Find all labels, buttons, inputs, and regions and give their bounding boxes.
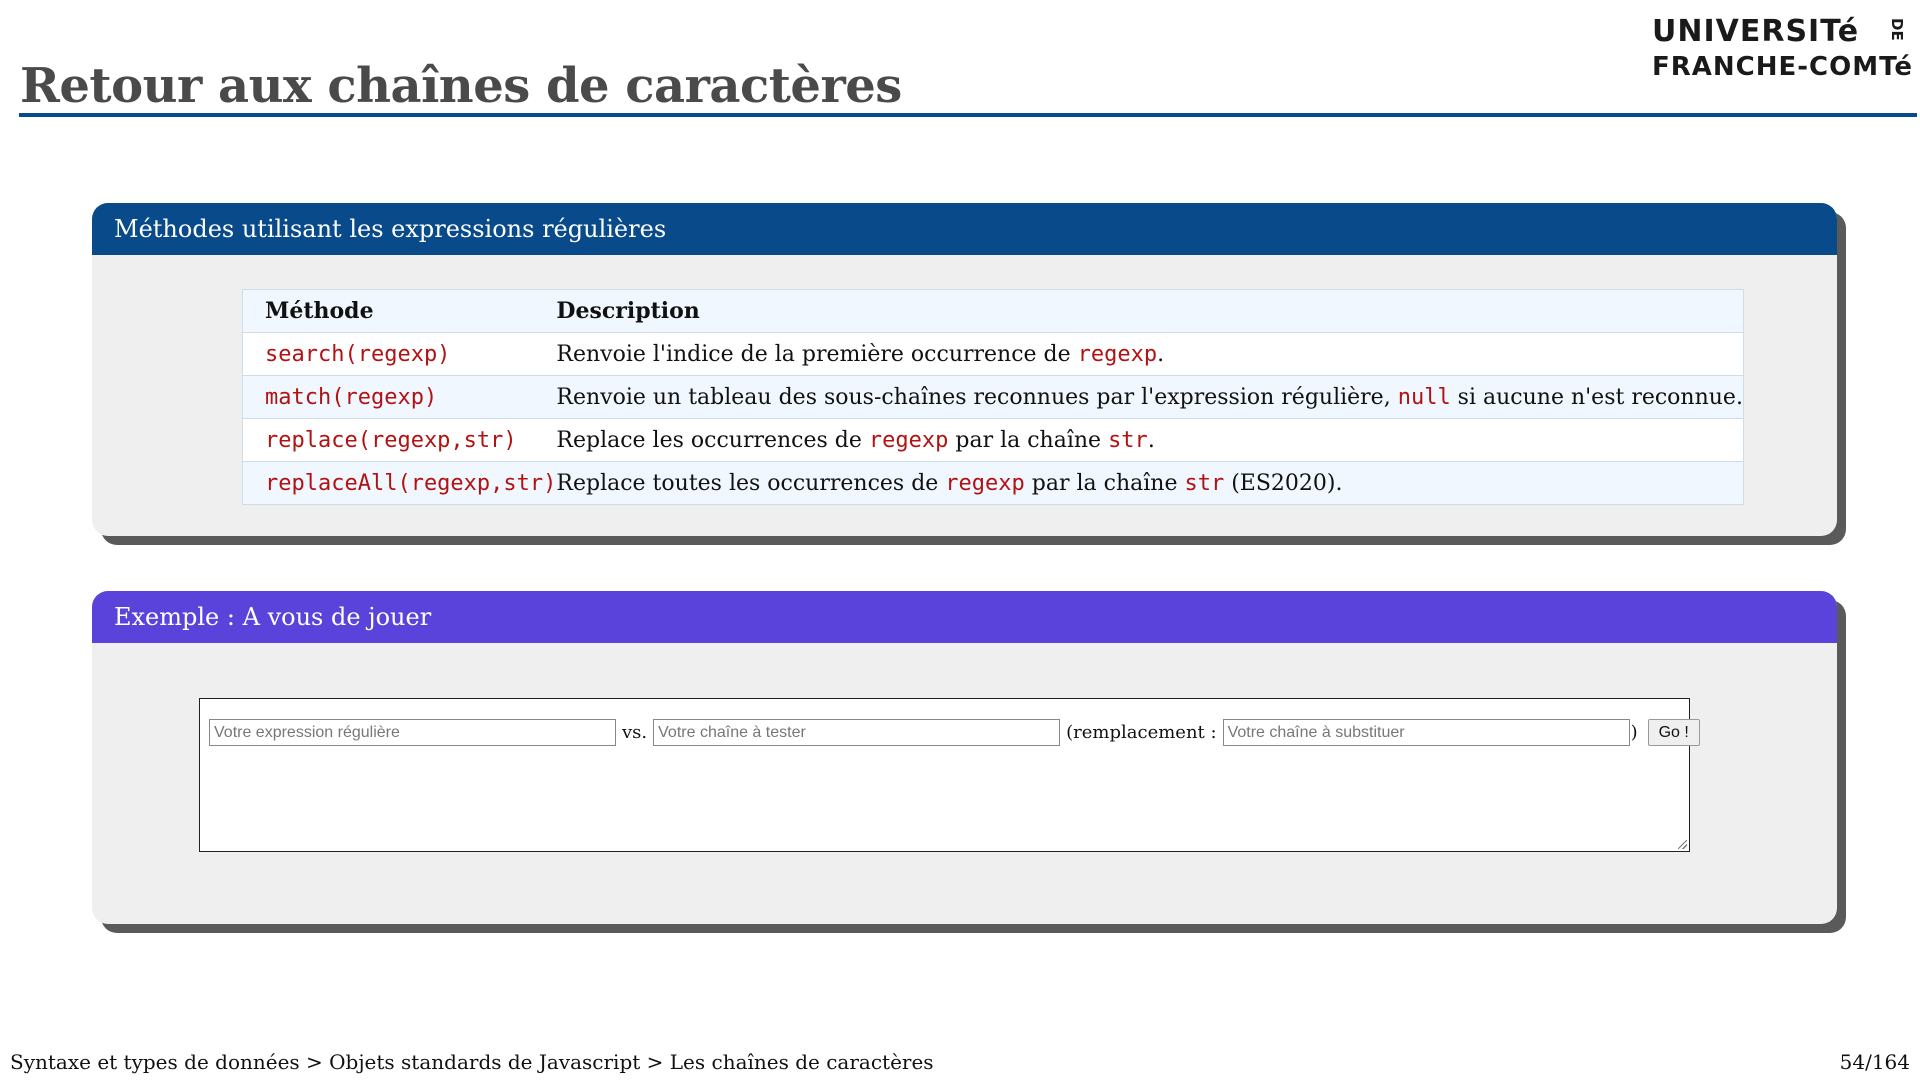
description-text: Renvoie un tableau des sous-chaînes reco… (556, 384, 1398, 410)
resize-handle-icon[interactable] (1678, 840, 1687, 849)
page-title: Retour aux chaînes de caractères (20, 58, 902, 114)
method-description: Renvoie un tableau des sous-chaînes reco… (556, 375, 1744, 419)
column-header-description: Description (556, 289, 1744, 333)
method-description: Replace les occurrences de regexp par la… (556, 418, 1744, 462)
table-row: replace(regexp,str) Replace les occurren… (242, 418, 1744, 462)
table-row: search(regexp) Renvoie l'indice de la pr… (242, 332, 1744, 376)
method-description: Renvoie l'indice de la première occurren… (556, 332, 1744, 376)
description-code: regexp (1077, 341, 1158, 367)
page-number: 54/164 (1839, 1050, 1910, 1074)
description-text: si aucune n'est reconnue. (1450, 384, 1743, 410)
vs-label: vs. (622, 722, 648, 743)
description-code: str (1184, 470, 1225, 496)
test-string-input[interactable] (653, 719, 1061, 746)
example-output-area[interactable]: vs. (remplacement : ) Go ! (199, 698, 1700, 852)
replacement-label: (remplacement : (1066, 722, 1217, 743)
description-code: regexp (868, 427, 949, 453)
description-text: par la chaîne (1024, 470, 1185, 496)
methods-block-title: Méthodes utilisant les expressions régul… (92, 203, 1837, 255)
methods-table: Méthode Description search(regexp) Renvo… (242, 289, 1744, 505)
regex-form: vs. (remplacement : ) Go ! (209, 719, 1700, 746)
description-code: regexp (945, 470, 1025, 496)
description-text: Replace les occurrences de (556, 427, 869, 453)
description-text: (ES2020). (1224, 470, 1343, 496)
university-logo: UNIVERSITé FRANCHE-COMTé DE (1652, 14, 1914, 86)
go-button[interactable]: Go ! (1647, 719, 1700, 746)
method-name: search(regexp) (242, 332, 557, 376)
example-block-title: Exemple : A vous de jouer (92, 591, 1837, 643)
replacement-input[interactable] (1222, 719, 1630, 746)
breadcrumb: Syntaxe et types de données > Objets sta… (10, 1050, 934, 1074)
method-name: match(regexp) (242, 375, 557, 419)
description-text: . (1147, 427, 1155, 453)
logo-de: DE (1888, 18, 1906, 41)
description-code: null (1397, 384, 1451, 410)
methods-block: Méthodes utilisant les expressions régul… (92, 203, 1837, 536)
method-name: replaceAll(regexp,str) (242, 461, 557, 505)
example-block: Exemple : A vous de jouer vs. (remplacem… (92, 591, 1837, 924)
description-text: Renvoie l'indice de la première occurren… (556, 341, 1078, 367)
column-header-method: Méthode (242, 289, 557, 333)
description-code: str (1108, 427, 1148, 453)
logo-line-1: UNIVERSITé (1652, 14, 1860, 49)
table-row: replaceAll(regexp,str) Replace toutes le… (242, 461, 1744, 505)
description-text: par la chaîne (948, 427, 1109, 453)
description-text: . (1157, 341, 1165, 367)
logo-line-2: FRANCHE-COMTé (1652, 52, 1914, 82)
table-header-row: Méthode Description (242, 289, 1744, 333)
regex-input[interactable] (209, 719, 616, 746)
close-paren: ) (1630, 722, 1638, 743)
table-row: match(regexp) Renvoie un tableau des sou… (242, 375, 1744, 419)
method-description: Replace toutes les occurrences de regexp… (556, 461, 1744, 505)
title-rule (19, 113, 1917, 117)
method-name: replace(regexp,str) (242, 418, 557, 462)
description-text: Replace toutes les occurrences de (556, 470, 946, 496)
